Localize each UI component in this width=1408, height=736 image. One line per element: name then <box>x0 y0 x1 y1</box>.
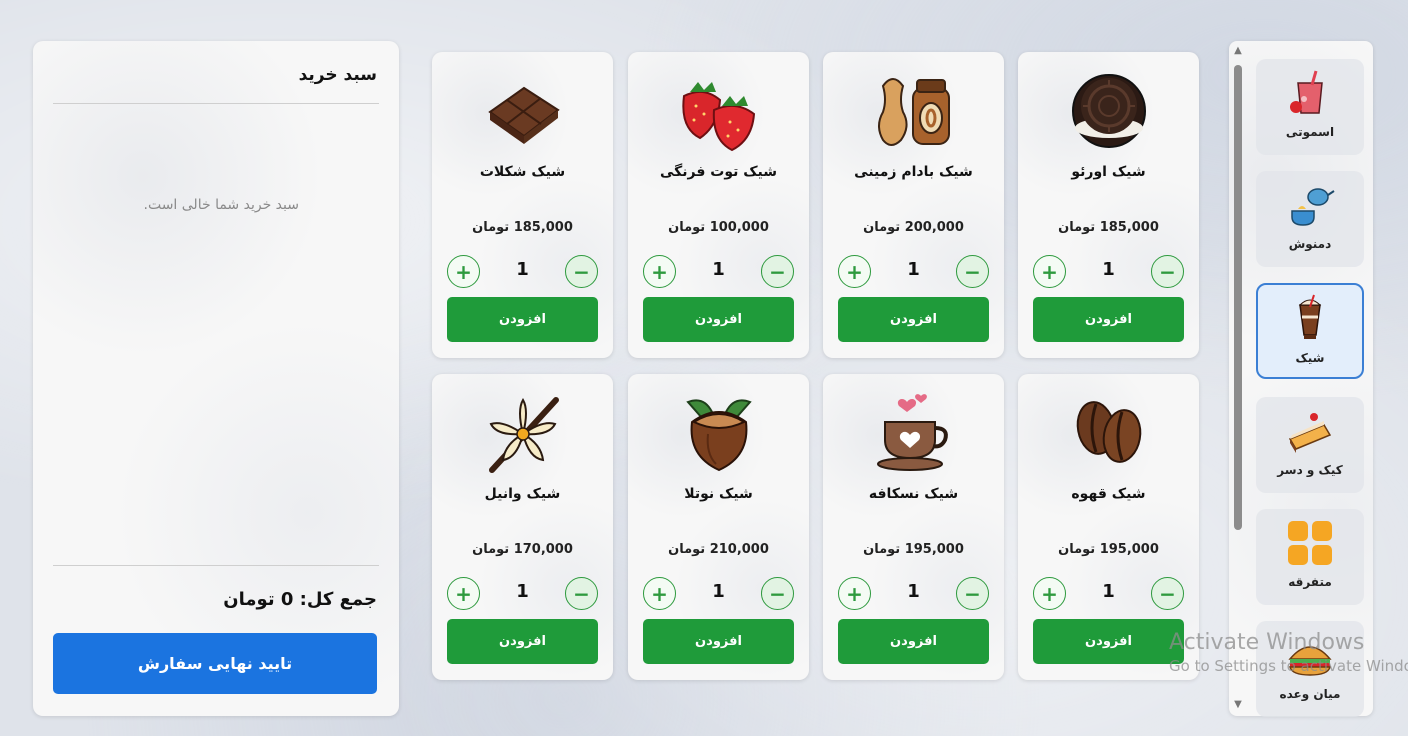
add-to-cart-button[interactable]: افزودن <box>1033 619 1184 664</box>
category-label: دمنوش <box>1288 237 1332 251</box>
sandwich-icon <box>1288 646 1332 676</box>
cart-total: جمع کل: 0 تومان <box>223 589 377 610</box>
hazelnut-icon <box>685 399 752 472</box>
scroll-up-arrow-icon[interactable]: ▲ <box>1232 45 1244 57</box>
category-snack[interactable]: میان وعده <box>1256 621 1364 717</box>
minus-icon: − <box>964 259 981 284</box>
decrease-qty-button[interactable]: − <box>565 255 598 288</box>
category-label: شیک <box>1295 351 1325 365</box>
category-label: کیک و دسر <box>1277 463 1343 477</box>
product-card: شیک توت فرنگی 100,000 تومان + 1 − افزودن <box>628 52 809 358</box>
minus-icon: − <box>573 581 590 606</box>
product-name: شیک بادام زمینی <box>854 164 973 180</box>
decrease-qty-button[interactable]: − <box>956 255 989 288</box>
minus-icon: − <box>573 259 590 284</box>
product-price: 195,000 تومان <box>863 542 964 557</box>
add-to-cart-button[interactable]: افزودن <box>643 619 794 664</box>
coffee-beans-icon <box>1076 401 1141 463</box>
cart-title: سبد خرید <box>298 65 377 85</box>
vanilla-flower-icon <box>488 397 559 473</box>
product-price: 185,000 تومان <box>1058 220 1159 235</box>
product-name: شیک نوتلا <box>684 486 753 502</box>
product-card: شیک وانیل 170,000 تومان + 1 − افزودن <box>432 374 613 680</box>
product-price: 100,000 تومان <box>668 220 769 235</box>
add-to-cart-button[interactable]: افزودن <box>1033 297 1184 342</box>
minus-icon: − <box>1159 259 1176 284</box>
product-name: شیک قهوه <box>1071 486 1146 502</box>
minus-icon: − <box>769 259 786 284</box>
category-smoothie[interactable]: اسموتی <box>1256 59 1364 155</box>
chocolate-bar-icon <box>487 86 560 144</box>
peanut-butter-icon <box>877 78 950 146</box>
product-name: شیک شکلات <box>479 164 566 180</box>
category-shake[interactable]: شیک <box>1256 283 1364 379</box>
cart-divider-bottom <box>53 565 379 566</box>
cart-panel: سبد خرید سبد خرید شما خالی است. جمع کل: … <box>33 41 399 716</box>
product-name: شیک نسکافه <box>868 486 959 502</box>
product-card: شیک نسکافه 195,000 تومان + 1 − افزودن <box>823 374 1004 680</box>
decrease-qty-button[interactable]: − <box>565 577 598 610</box>
category-scrollbar[interactable]: ▲ ▼ <box>1231 41 1245 716</box>
product-card: شیک بادام زمینی 200,000 تومان + 1 − افزو… <box>823 52 1004 358</box>
milkshake-icon <box>1298 294 1322 339</box>
minus-icon: − <box>1159 581 1176 606</box>
product-card: شیک نوتلا 210,000 تومان + 1 − افزودن <box>628 374 809 680</box>
teapot-icon <box>1291 188 1335 226</box>
minus-icon: − <box>769 581 786 606</box>
minus-icon: − <box>964 581 981 606</box>
product-price: 195,000 تومان <box>1058 542 1159 557</box>
category-cake-dessert[interactable]: کیک و دسر <box>1256 397 1364 493</box>
category-misc[interactable]: متفرقه <box>1256 509 1364 605</box>
product-card: شیک اورئو 185,000 تومان + 1 − افزودن <box>1018 52 1199 358</box>
product-name: شیک وانیل <box>484 486 561 502</box>
product-name: شیک توت فرنگی <box>659 164 778 180</box>
add-to-cart-button[interactable]: افزودن <box>643 297 794 342</box>
cart-divider-top <box>53 103 379 104</box>
add-to-cart-button[interactable]: افزودن <box>838 297 989 342</box>
product-price: 210,000 تومان <box>668 542 769 557</box>
add-to-cart-button[interactable]: افزودن <box>447 619 598 664</box>
coffee-cup-hearts-icon <box>876 394 948 471</box>
add-to-cart-button[interactable]: افزودن <box>838 619 989 664</box>
decrease-qty-button[interactable]: − <box>1151 255 1184 288</box>
scrollbar-thumb[interactable] <box>1234 65 1242 530</box>
cake-slice-icon <box>1288 413 1332 453</box>
smoothie-icon <box>1290 70 1323 114</box>
product-price: 185,000 تومان <box>472 220 573 235</box>
product-name: شیک اورئو <box>1071 164 1146 180</box>
decrease-qty-button[interactable]: − <box>1151 577 1184 610</box>
product-card: شیک قهوه 195,000 تومان + 1 − افزودن <box>1018 374 1199 680</box>
add-to-cart-button[interactable]: افزودن <box>447 297 598 342</box>
scroll-down-arrow-icon[interactable]: ▼ <box>1232 699 1244 711</box>
decrease-qty-button[interactable]: − <box>956 577 989 610</box>
product-price: 200,000 تومان <box>863 220 964 235</box>
strawberry-icon <box>681 82 755 152</box>
category-herbal-tea[interactable]: دمنوش <box>1256 171 1364 267</box>
category-label: میان وعده <box>1279 687 1341 701</box>
grid-squares-icon <box>1288 521 1332 565</box>
confirm-order-button[interactable]: تایید نهایی سفارش <box>53 633 377 694</box>
product-card: شیک شکلات 185,000 تومان + 1 − افزودن <box>432 52 613 358</box>
category-sidebar: ▲ ▼ اسموتی دمنوش شیک کیک و دسر متفرقه می… <box>1229 41 1373 717</box>
decrease-qty-button[interactable]: − <box>761 255 794 288</box>
category-label: متفرقه <box>1288 575 1332 589</box>
oreo-cookie-icon <box>1071 74 1146 148</box>
category-label: اسموتی <box>1285 125 1335 139</box>
product-price: 170,000 تومان <box>472 542 573 557</box>
cart-empty-message: سبد خرید شما خالی است. <box>143 197 300 213</box>
decrease-qty-button[interactable]: − <box>761 577 794 610</box>
